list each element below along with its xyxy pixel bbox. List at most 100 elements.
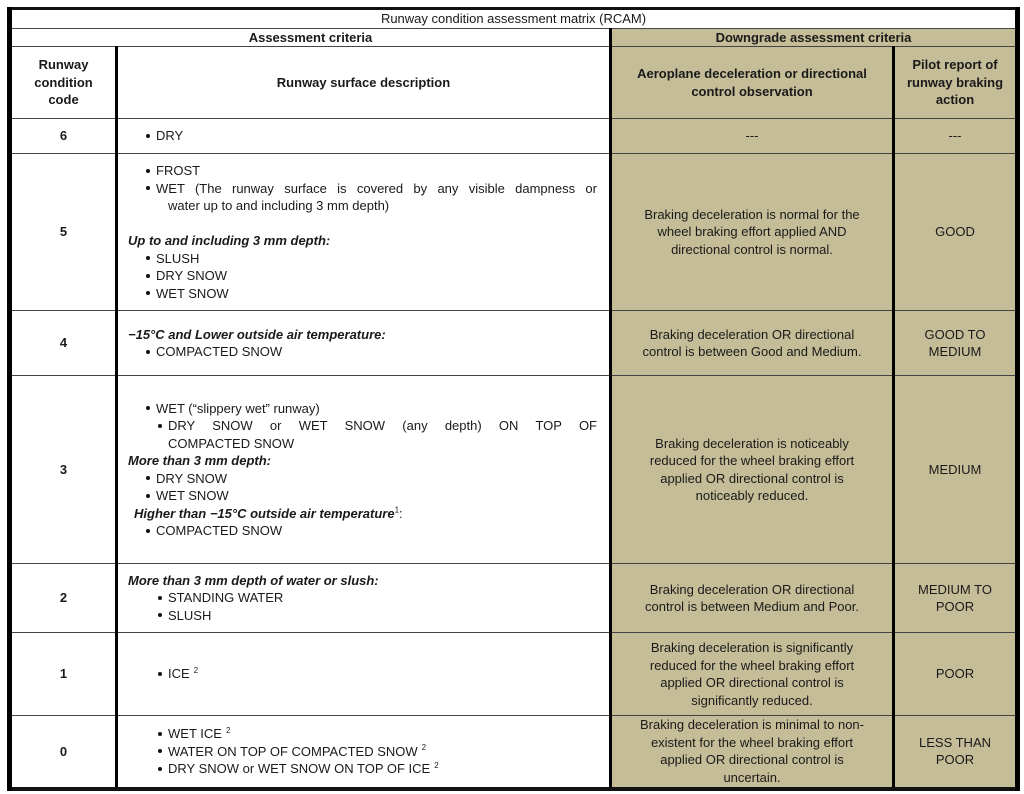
description-text: WET (“slippery wet” runway)	[156, 400, 320, 416]
section-assessment-criteria: Assessment criteria	[9, 27, 611, 47]
description-continuation: COMPACTED SNOW	[128, 435, 597, 453]
runway-condition-code: 3	[9, 375, 118, 564]
bullet-icon	[146, 186, 150, 191]
title-row: Runway condition assessment matrix (RCAM…	[8, 8, 1019, 29]
description-text: SLUSH	[156, 250, 200, 266]
table-row: 2 More than 3 mm depth of water or slush:…	[9, 563, 1019, 633]
description-text: WET SNOW	[156, 488, 229, 503]
description-text: DRY SNOW or WET SNOW (any depth) ON TOP …	[168, 418, 597, 433]
table-row: 0 WET ICE 2 WATER ON TOP OF COMPACTED SNOW 2…	[9, 715, 1019, 789]
deceleration-observation: Braking deceleration OR directional cont…	[609, 563, 895, 633]
condition-heading-text: −15°C and Lower outside air temperature:	[128, 326, 386, 342]
description-text: WATER ON TOP OF COMPACTED SNOW	[168, 743, 418, 759]
runway-surface-description: −15°C and Lower outside air temperature:…	[116, 310, 611, 376]
bullet-icon	[146, 291, 150, 296]
description-bullet: DRY	[128, 127, 597, 145]
description-text: STANDING WATER	[168, 590, 284, 606]
runway-surface-description: ICE 2	[116, 632, 611, 716]
bullet-icon	[158, 749, 162, 754]
condition-heading: −15°C and Lower outside air temperature:	[128, 326, 597, 344]
runway-surface-description: More than 3 mm depth of water or slush: S…	[116, 563, 611, 633]
runway-condition-code: 2	[9, 563, 118, 633]
bullet-icon	[146, 256, 150, 261]
pilot-braking-report: GOOD	[892, 153, 1019, 311]
condition-heading-text: Higher than −15°C outside air temperatur…	[134, 505, 395, 521]
rcam-table: Runway condition assessment matrix (RCAM…	[7, 7, 1021, 791]
description-bullet: ICE 2	[128, 665, 597, 683]
bullet-icon	[146, 493, 150, 498]
description-bullet: DRY SNOW	[128, 470, 597, 488]
footnote-marker: 2	[225, 725, 231, 735]
table-title: Runway condition assessment matrix (RCAM…	[8, 8, 1019, 29]
deceleration-observation: Braking deceleration OR directional cont…	[609, 310, 895, 376]
pilot-braking-report: LESS THAN POOR	[892, 715, 1019, 789]
description-bullet: DRY SNOW or WET SNOW (any depth) ON TOP …	[128, 417, 597, 435]
description-text: COMPACTED SNOW	[168, 435, 295, 451]
deceleration-observation: ---	[609, 118, 895, 154]
description-text: DRY SNOW	[156, 268, 228, 283]
condition-heading: More than 3 mm depth:	[128, 452, 597, 470]
description-text: water up to and including 3 mm depth)	[168, 198, 390, 213]
description-continuation: water up to and including 3 mm depth)	[128, 197, 597, 215]
condition-heading-text: More than 3 mm depth:	[128, 453, 272, 468]
table-row: 5 FROST WET (The runway surface is covered…	[9, 153, 1019, 311]
column-header-row: Runway condition code Runway surface des…	[9, 46, 1019, 119]
bullet-icon	[146, 349, 150, 354]
description-bullet: WET SNOW	[128, 487, 597, 505]
table-row: 4 −15°C and Lower outside air temperature…	[9, 310, 1019, 376]
runway-condition-code: 0	[9, 715, 118, 789]
section-downgrade-criteria: Downgrade assessment criteria	[608, 27, 1019, 47]
condition-heading-text: More than 3 mm depth of water or slush:	[128, 572, 379, 588]
table-row: 3 WET (“slippery wet” runway) DRY SNOW or …	[9, 375, 1019, 564]
bullet-icon	[146, 476, 150, 481]
deceleration-observation: Braking deceleration is minimal to non-e…	[609, 715, 895, 789]
bullet-icon	[158, 671, 162, 676]
bullet-icon	[158, 423, 162, 428]
runway-surface-description: WET ICE 2 WATER ON TOP OF COMPACTED SNOW 2 D…	[116, 715, 611, 789]
bullet-icon	[158, 613, 162, 618]
runway-surface-description: DRY	[116, 118, 611, 154]
bullet-icon	[146, 528, 150, 533]
bullet-icon	[158, 595, 162, 600]
condition-heading: Up to and including 3 mm depth:	[128, 232, 597, 250]
col-header-code: Runway condition code	[9, 46, 118, 119]
description-text: WET (The runway surface is covered by an…	[156, 180, 597, 196]
col-header-pilot-report: Pilot report of runway braking action	[892, 46, 1019, 119]
section-row: Assessment criteria Downgrade assessment…	[9, 27, 1019, 47]
description-text: DRY SNOW or WET SNOW ON TOP OF ICE	[168, 761, 431, 776]
description-text: COMPACTED SNOW	[156, 523, 283, 538]
pilot-braking-report: ---	[892, 118, 1019, 154]
description-bullet: COMPACTED SNOW	[128, 522, 597, 540]
runway-surface-description: FROST WET (The runway surface is covered …	[116, 153, 611, 311]
runway-condition-code: 5	[9, 153, 118, 311]
description-text: DRY SNOW	[156, 470, 228, 486]
description-text: ICE	[168, 666, 190, 682]
deceleration-observation: Braking deceleration is significantly re…	[609, 632, 895, 716]
description-text: WET SNOW	[156, 285, 229, 301]
heading-suffix: :	[399, 505, 403, 521]
runway-surface-description: WET (“slippery wet” runway) DRY SNOW or W…	[116, 375, 611, 564]
description-bullet: DRY SNOW	[128, 267, 597, 285]
description-text: SLUSH	[168, 607, 212, 623]
description-bullet: WET (The runway surface is covered by an…	[128, 180, 597, 198]
pilot-braking-report: POOR	[892, 632, 1019, 716]
description-bullet: WET SNOW	[128, 285, 597, 303]
description-bullet: WET ICE 2	[128, 725, 597, 743]
bullet-icon	[146, 273, 150, 278]
description-text: FROST	[156, 163, 201, 178]
pilot-braking-report: GOOD TO MEDIUM	[892, 310, 1019, 376]
runway-condition-code: 6	[9, 118, 118, 154]
runway-condition-code: 1	[9, 632, 118, 716]
description-bullet: STANDING WATER	[128, 589, 597, 607]
col-header-observation: Aeroplane deceleration or directional co…	[609, 46, 895, 119]
col-header-description: Runway surface description	[116, 46, 611, 119]
bullet-icon	[158, 731, 162, 736]
condition-heading: Higher than −15°C outside air temperatur…	[128, 505, 597, 523]
table-row: 6 DRY --- ---	[9, 118, 1019, 154]
description-text: COMPACTED SNOW	[156, 344, 283, 359]
description-bullet: FROST	[128, 162, 597, 180]
description-bullet: WET (“slippery wet” runway)	[128, 400, 597, 418]
footnote-marker: 2	[421, 743, 427, 753]
bullet-icon	[146, 168, 150, 173]
